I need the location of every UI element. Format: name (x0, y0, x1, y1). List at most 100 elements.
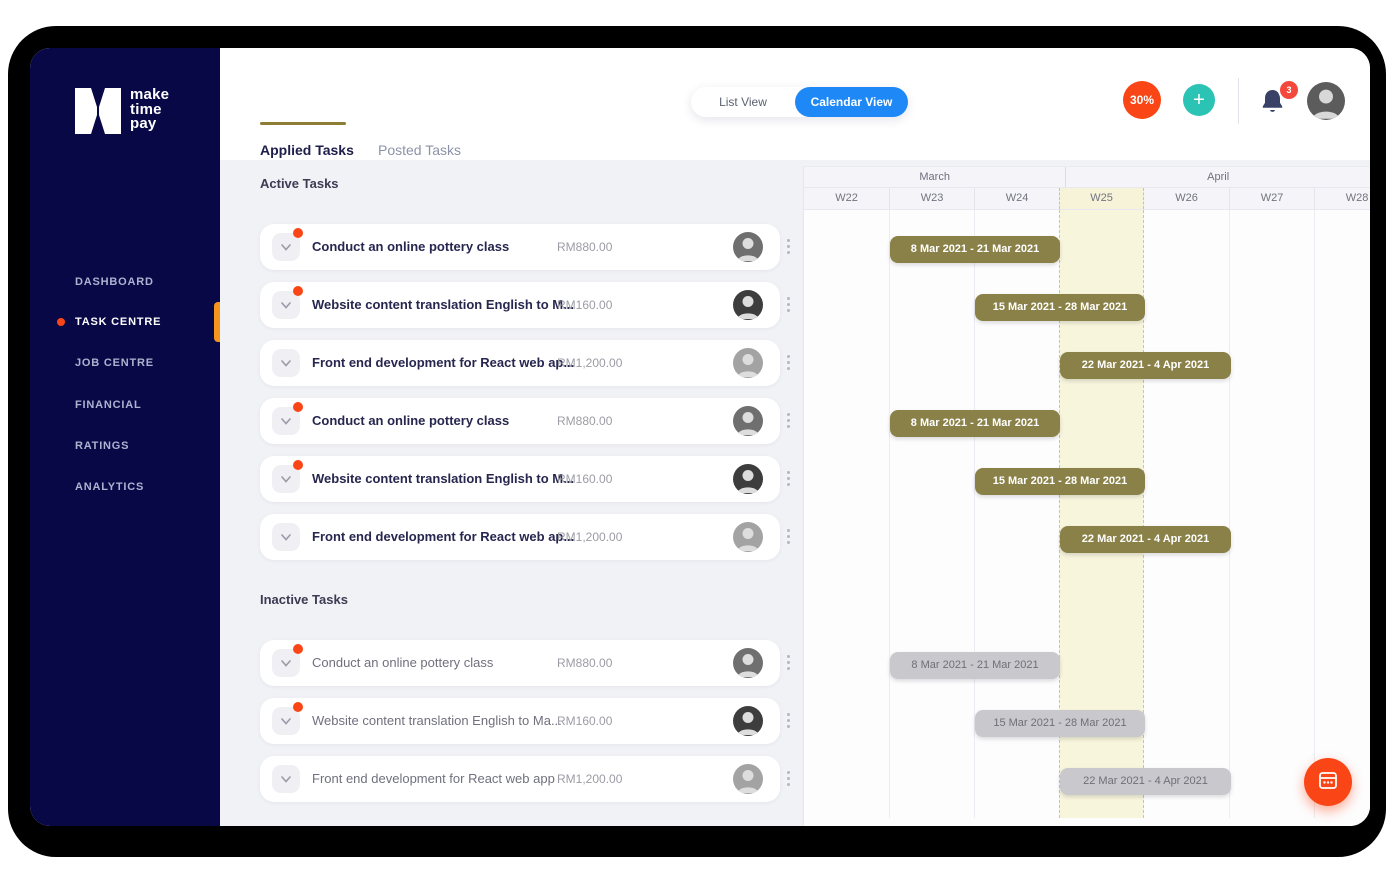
app-window: make time pay DASHBOARD TASK CENTRE JOB … (30, 48, 1370, 826)
task-price: RM1,200.00 (557, 356, 622, 370)
tab-posted-tasks[interactable]: Posted Tasks (378, 142, 461, 158)
notification-count-badge: 3 (1278, 79, 1300, 101)
task-price: RM880.00 (557, 414, 612, 428)
gantt-grid: 8 Mar 2021 - 21 Mar 2021 15 Mar 2021 - 2… (804, 210, 1370, 818)
gantt-bar[interactable]: 22 Mar 2021 - 4 Apr 2021 (1060, 526, 1231, 553)
week-column (1144, 210, 1229, 818)
gantt-bar-inactive[interactable]: 8 Mar 2021 - 21 Mar 2021 (890, 652, 1060, 679)
month-label: March (804, 167, 1065, 187)
gantt-bar[interactable]: 8 Mar 2021 - 21 Mar 2021 (890, 410, 1060, 437)
task-price: RM1,200.00 (557, 530, 622, 544)
task-row[interactable]: Website content translation English to M… (260, 698, 780, 744)
task-title: Conduct an online pottery class (312, 413, 509, 428)
gantt-calendar: March April W22 W23 W24 W25 W26 W27 W28 … (803, 166, 1370, 826)
month-header-row: March April (804, 167, 1370, 188)
kebab-menu-icon[interactable] (787, 713, 791, 728)
task-title: Website content translation English to M… (312, 471, 574, 486)
task-title: Conduct an online pottery class (312, 239, 509, 254)
week-column (889, 210, 974, 818)
kebab-menu-icon[interactable] (787, 655, 791, 670)
task-price: RM160.00 (557, 714, 612, 728)
kebab-menu-icon[interactable] (787, 297, 791, 312)
assignee-avatar (733, 232, 763, 262)
sidebar-item-analytics[interactable]: ANALYTICS (75, 479, 144, 495)
tab-applied-tasks[interactable]: Applied Tasks (260, 142, 354, 158)
brand-name: make time pay (130, 88, 169, 132)
assignee-avatar (733, 406, 763, 436)
week-label: W24 (974, 188, 1059, 209)
assignee-avatar (733, 706, 763, 736)
gantt-bar[interactable]: 8 Mar 2021 - 21 Mar 2021 (890, 236, 1060, 263)
week-header-row: W22 W23 W24 W25 W26 W27 W28 (804, 188, 1370, 210)
assignee-avatar (733, 522, 763, 552)
task-row[interactable]: Front end development for React web ap..… (260, 340, 780, 386)
brand-logo: make time pay (75, 88, 169, 139)
task-title: Front end development for React web ap..… (312, 529, 574, 544)
task-checkbox[interactable] (272, 765, 300, 793)
active-tab-underline (260, 122, 346, 125)
sidebar-item-dashboard[interactable]: DASHBOARD (75, 274, 154, 290)
week-label: W26 (1144, 188, 1229, 209)
calendar-fab-button[interactable] (1304, 758, 1352, 806)
task-row[interactable]: Conduct an online pottery class RM880.00 (260, 224, 780, 270)
gantt-bar-inactive[interactable]: 22 Mar 2021 - 4 Apr 2021 (1060, 768, 1231, 795)
assignee-avatar (733, 348, 763, 378)
assignee-avatar (733, 764, 763, 794)
sidebar-item-job-centre[interactable]: JOB CENTRE (75, 355, 154, 371)
section-title-active: Active Tasks (260, 176, 339, 191)
task-price: RM1,200.00 (557, 772, 622, 786)
task-checkbox[interactable] (272, 349, 300, 377)
week-column (1229, 210, 1314, 818)
alert-dot (293, 286, 303, 296)
task-title: Front end development for React web ap..… (312, 355, 574, 370)
gantt-bar[interactable]: 15 Mar 2021 - 28 Mar 2021 (975, 468, 1145, 495)
task-row[interactable]: Front end development for React web ap..… (260, 514, 780, 560)
kebab-menu-icon[interactable] (787, 471, 791, 486)
active-nav-dot (57, 318, 65, 326)
gantt-bar[interactable]: 15 Mar 2021 - 28 Mar 2021 (975, 294, 1145, 321)
sidebar-item-financial[interactable]: FINANCIAL (75, 397, 141, 413)
kebab-menu-icon[interactable] (787, 529, 791, 544)
task-checkbox[interactable] (272, 523, 300, 551)
week-column (1314, 210, 1370, 818)
kebab-menu-icon[interactable] (787, 239, 791, 254)
calendar-icon (1317, 769, 1339, 796)
progress-badge[interactable]: 30% (1123, 81, 1161, 119)
section-title-inactive: Inactive Tasks (260, 592, 348, 607)
task-price: RM160.00 (557, 472, 612, 486)
alert-dot (293, 402, 303, 412)
task-title: Website content translation English to M… (312, 713, 562, 728)
view-toggle: List View Calendar View (691, 87, 908, 117)
sidebar-item-ratings[interactable]: RATINGS (75, 438, 129, 454)
task-title: Conduct an online pottery class (312, 655, 493, 670)
task-row[interactable]: Conduct an online pottery class RM880.00 (260, 640, 780, 686)
sidebar: make time pay DASHBOARD TASK CENTRE JOB … (30, 48, 220, 826)
top-header: Applied Tasks Posted Tasks List View Cal… (220, 48, 1370, 160)
task-price: RM880.00 (557, 240, 612, 254)
list-view-option[interactable]: List View (691, 87, 795, 117)
week-column (804, 210, 889, 818)
alert-dot (293, 228, 303, 238)
task-row[interactable]: Conduct an online pottery class RM880.00 (260, 398, 780, 444)
assignee-avatar (733, 290, 763, 320)
assignee-avatar (733, 648, 763, 678)
user-avatar[interactable] (1307, 82, 1345, 120)
month-label: April (1065, 167, 1370, 187)
kebab-menu-icon[interactable] (787, 355, 791, 370)
task-row[interactable]: Website content translation English to M… (260, 282, 780, 328)
task-row[interactable]: Front end development for React web app … (260, 756, 780, 802)
alert-dot (293, 702, 303, 712)
kebab-menu-icon[interactable] (787, 413, 791, 428)
week-label: W27 (1229, 188, 1314, 209)
week-label: W22 (804, 188, 889, 209)
hourglass-logo-icon (75, 88, 121, 139)
task-row[interactable]: Website content translation English to M… (260, 456, 780, 502)
gantt-bar[interactable]: 22 Mar 2021 - 4 Apr 2021 (1060, 352, 1231, 379)
add-task-button[interactable]: + (1183, 84, 1215, 116)
calendar-view-option[interactable]: Calendar View (795, 87, 908, 117)
gantt-bar-inactive[interactable]: 15 Mar 2021 - 28 Mar 2021 (975, 710, 1145, 737)
task-price: RM880.00 (557, 656, 612, 670)
sidebar-item-task-centre[interactable]: TASK CENTRE (75, 314, 161, 330)
kebab-menu-icon[interactable] (787, 771, 791, 786)
alert-dot (293, 460, 303, 470)
